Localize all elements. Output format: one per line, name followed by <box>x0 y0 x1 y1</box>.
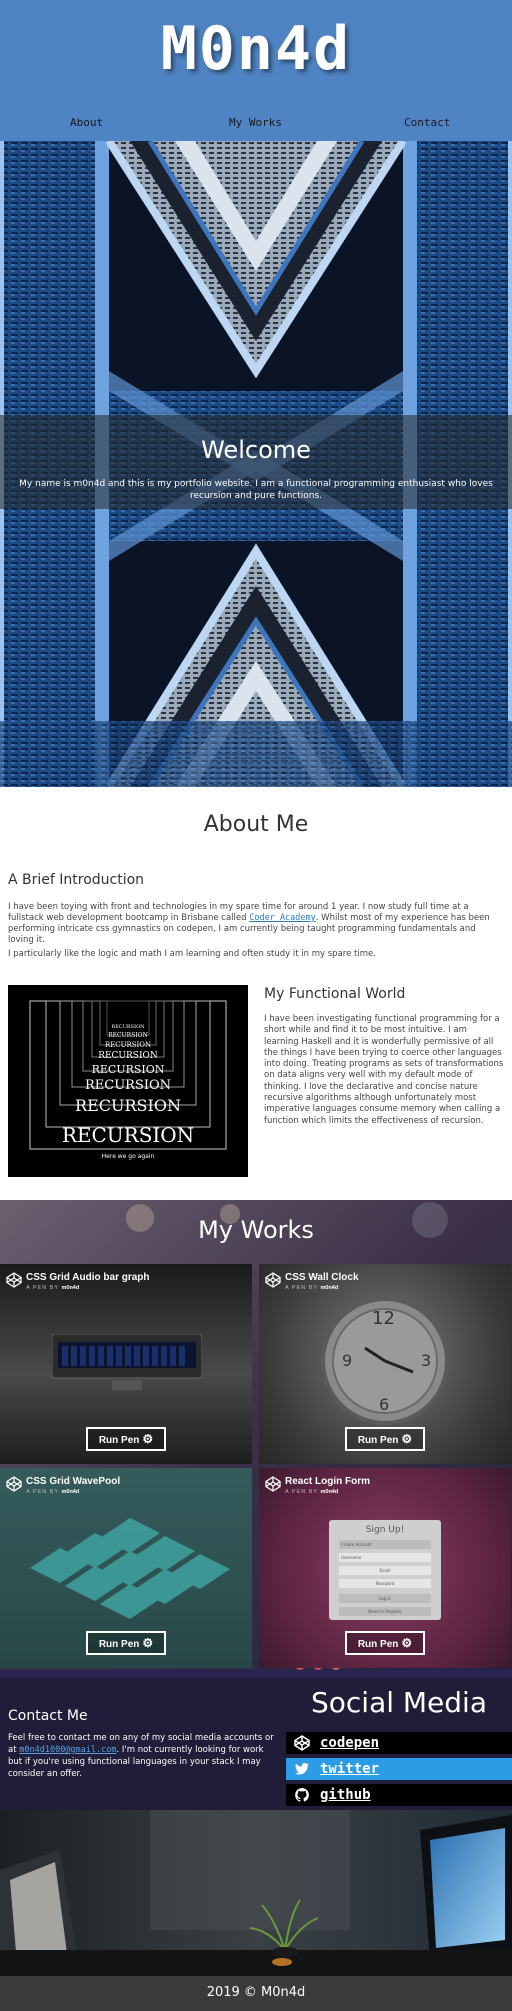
nav-about-link[interactable]: About <box>70 116 103 129</box>
audio-bar-device <box>52 1334 202 1390</box>
intro-paragraph-1: I have been toying with front and techno… <box>8 902 500 946</box>
pen-title: CSS Grid WavePool <box>26 1476 121 1487</box>
social-codepen-label: codepen <box>320 1735 380 1751</box>
run-pen-label: Run Pen <box>98 1435 140 1446</box>
login-form-field: Create Account <box>339 1540 431 1549</box>
pen-by-label: A PEN BY <box>285 1285 318 1291</box>
codepen-icon <box>6 1476 22 1492</box>
recursion-word: RECURSION <box>111 1024 145 1030</box>
contact-title: Contact Me <box>8 1708 88 1724</box>
pen-author-name: m0n4d <box>320 1285 339 1291</box>
coder-academy-link[interactable]: Coder Academy <box>249 913 316 923</box>
recursion-word: RECURSION <box>91 1063 165 1076</box>
pen-author: A PEN BY m0n4d <box>285 1285 338 1291</box>
social-twitter-link[interactable]: twitter <box>286 1758 512 1780</box>
pen-by-label: A PEN BY <box>26 1285 59 1291</box>
desk-photo <box>0 1810 512 1976</box>
recursion-word: RECURSION <box>61 1123 195 1147</box>
recursion-word: RECURSION <box>98 1051 158 1061</box>
clock-number-6: 6 <box>379 1395 390 1414</box>
run-pen-button[interactable]: Run Pen ⚙ <box>345 1427 425 1451</box>
login-form-field: Username <box>339 1553 431 1562</box>
recursion-caption: Here we go again <box>101 1153 155 1160</box>
run-pen-button[interactable]: Run Pen ⚙ <box>345 1631 425 1655</box>
pen-author-name: m0n4d <box>61 1489 80 1495</box>
nav-my-works-link[interactable]: My Works <box>229 116 282 129</box>
footer-copyright: 2019 © M0n4d <box>206 1985 306 2000</box>
welcome-text: My name is m0n4d and this is my portfoli… <box>19 479 493 501</box>
email-link[interactable]: m0n4d1000@gmail.com <box>19 1745 116 1755</box>
recursion-word: RECURSION <box>75 1096 181 1115</box>
run-pen-button[interactable]: Run Pen ⚙ <box>86 1427 166 1451</box>
clock-number-12: 12 <box>372 1308 395 1329</box>
social-codepen-link[interactable]: codepen <box>286 1732 512 1754</box>
contact-section: Contact Me Feel free to contact me on an… <box>0 1670 512 1810</box>
desk-scene-image <box>0 1810 512 1976</box>
codepen-icon <box>265 1272 281 1288</box>
my-works-title: My Works <box>198 1216 314 1244</box>
social-media-title: Social Media <box>310 1686 487 1719</box>
pen-card-wavepool[interactable]: CSS Grid WavePool A PEN BY m0n4d Run Pen… <box>0 1468 252 1668</box>
intro-heading: A Brief Introduction <box>8 872 145 888</box>
gear-icon: ⚙ <box>401 1432 413 1446</box>
recursion-word: RECURSION <box>108 1032 148 1039</box>
pen-title: CSS Wall Clock <box>285 1272 359 1283</box>
run-pen-label: Run Pen <box>357 1639 399 1650</box>
login-form-field: Password <box>339 1579 431 1588</box>
login-form-field: Log in <box>339 1594 431 1603</box>
pen-author-name: m0n4d <box>61 1285 80 1291</box>
clock-number-9: 9 <box>342 1351 353 1370</box>
codepen-icon <box>265 1476 281 1492</box>
site-logo: M0n4d <box>160 14 352 84</box>
social-twitter-label: twitter <box>320 1761 380 1777</box>
contact-text: Feel free to contact me on any of my soc… <box>8 1732 280 1780</box>
recursion-image: RECURSION RECURSION RECURSION RECURSION … <box>8 985 248 1177</box>
pen-card-wall-clock[interactable]: CSS Wall Clock A PEN BY m0n4d 12 3 6 9 R… <box>259 1264 511 1464</box>
my-works-section: My Works CSS Grid Audio bar graph A PEN … <box>0 1200 512 1670</box>
social-github-label: github <box>320 1787 371 1803</box>
main-nav: About My Works Contact <box>0 116 512 134</box>
pen-card-react-login-form[interactable]: React Login Form A PEN BY m0n4d Sign Up!… <box>259 1468 511 1668</box>
welcome-title: Welcome <box>201 436 311 464</box>
gear-icon: ⚙ <box>142 1636 154 1650</box>
login-form-field: Need to Register <box>339 1607 431 1616</box>
functional-world-text: I have been investigating functional pro… <box>264 1014 504 1126</box>
intro-paragraph-2: I particularly like the logic and math I… <box>8 949 376 959</box>
pen-author: A PEN BY m0n4d <box>26 1489 79 1495</box>
functional-world-heading: My Functional World <box>264 986 406 1002</box>
gear-icon: ⚙ <box>142 1432 154 1446</box>
pen-title: React Login Form <box>285 1476 371 1487</box>
login-form-field: Email <box>339 1566 431 1575</box>
twitter-icon <box>295 1763 309 1775</box>
run-pen-label: Run Pen <box>357 1435 399 1446</box>
site-header: M0n4d About My Works Contact <box>0 0 512 141</box>
recursion-word: RECURSION <box>84 1078 172 1093</box>
pen-author-name: m0n4d <box>320 1489 339 1495</box>
run-pen-button[interactable]: Run Pen ⚙ <box>86 1631 166 1655</box>
clock-number-3: 3 <box>421 1351 432 1370</box>
about-title: About Me <box>203 812 309 837</box>
wavepool-grid <box>30 1518 230 1619</box>
run-pen-label: Run Pen <box>98 1639 140 1650</box>
gear-icon: ⚙ <box>401 1636 413 1650</box>
pen-title: CSS Grid Audio bar graph <box>26 1272 150 1283</box>
codepen-icon <box>294 1735 310 1751</box>
hero-section: Welcome My name is m0n4d and this is my … <box>0 141 512 787</box>
site-footer: 2019 © M0n4d <box>0 1976 512 2011</box>
pen-card-audio-bar-graph[interactable]: CSS Grid Audio bar graph A PEN BY m0n4d … <box>0 1264 252 1464</box>
pen-author: A PEN BY m0n4d <box>26 1285 79 1291</box>
social-github-link[interactable]: github <box>286 1784 512 1806</box>
codepen-icon <box>6 1272 22 1288</box>
pen-by-label: A PEN BY <box>285 1489 318 1495</box>
pen-author: A PEN BY m0n4d <box>285 1489 338 1495</box>
pen-by-label: A PEN BY <box>26 1489 59 1495</box>
login-form-title: Sign Up! <box>365 1525 405 1535</box>
github-icon <box>295 1788 309 1802</box>
nav-contact-link[interactable]: Contact <box>404 116 450 129</box>
recursion-word: RECURSION <box>104 1041 152 1049</box>
login-form-preview: Sign Up! Create Account Username Email P… <box>329 1520 441 1620</box>
